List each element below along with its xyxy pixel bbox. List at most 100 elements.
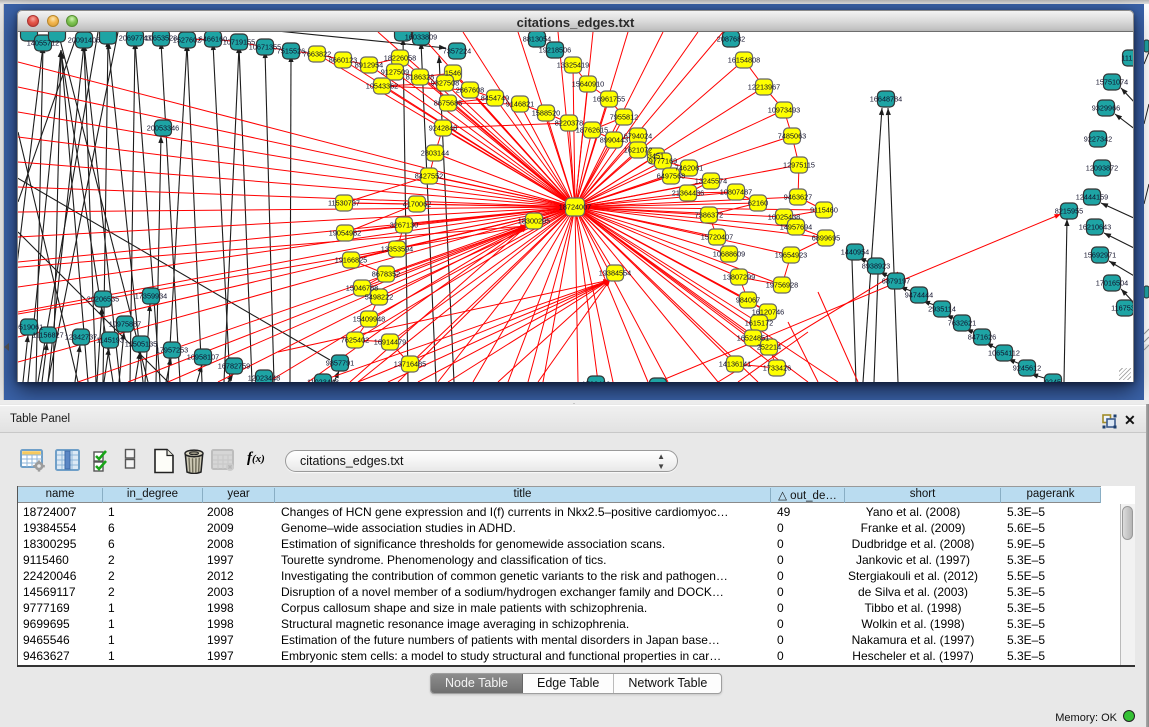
svg-text:17957253: 17957253 xyxy=(156,346,188,355)
svg-text:7955812: 7955812 xyxy=(610,113,638,122)
svg-text:1145193: 1145193 xyxy=(96,336,124,345)
svg-text:20206535: 20206535 xyxy=(87,295,119,304)
svg-text:6899695: 6899695 xyxy=(812,234,840,243)
svg-text:16154808: 16154808 xyxy=(728,56,760,65)
svg-text:15046788: 15046788 xyxy=(346,284,378,293)
svg-text:62160: 62160 xyxy=(748,199,768,208)
svg-text:7632621: 7632621 xyxy=(948,319,976,328)
svg-text:7625402: 7625402 xyxy=(341,336,369,345)
svg-text:7515526: 7515526 xyxy=(277,47,305,56)
svg-text:62160: 62160 xyxy=(648,382,668,383)
svg-text:15640910: 15640910 xyxy=(572,80,604,89)
svg-text:8678352: 8678352 xyxy=(372,270,400,279)
svg-text:15692971: 15692971 xyxy=(1084,251,1116,260)
svg-text:14055712: 14055712 xyxy=(27,39,59,48)
svg-text:8813054: 8813054 xyxy=(523,35,551,44)
svg-text:10973493: 10973493 xyxy=(768,106,800,115)
svg-text:10543362: 10543362 xyxy=(366,82,398,91)
svg-text:20091406: 20091406 xyxy=(68,36,100,45)
svg-text:7357224: 7357224 xyxy=(443,47,471,56)
svg-text:19654923: 19654923 xyxy=(775,251,807,260)
svg-text:2087682: 2087682 xyxy=(717,35,745,44)
svg-text:16120746: 16120746 xyxy=(752,308,784,317)
svg-text:16648784: 16648784 xyxy=(870,95,902,104)
svg-text:12444159: 12444159 xyxy=(1076,193,1108,202)
svg-text:14136141: 14136141 xyxy=(719,360,751,369)
svg-text:17016504: 17016504 xyxy=(1096,279,1128,288)
svg-text:12975115: 12975115 xyxy=(783,161,815,170)
svg-text:6794024: 6794024 xyxy=(624,132,652,141)
svg-text:18724007: 18724007 xyxy=(559,203,591,212)
svg-text:2935114: 2935114 xyxy=(928,305,956,314)
svg-text:9474444: 9474444 xyxy=(905,291,933,300)
svg-text:1733426: 1733426 xyxy=(763,364,791,373)
svg-text:10807487: 10807487 xyxy=(720,188,752,197)
svg-text:16033809: 16033809 xyxy=(405,33,437,42)
svg-text:9857791: 9857791 xyxy=(326,359,354,368)
svg-text:9242848: 9242848 xyxy=(429,124,457,133)
svg-text:10958107: 10958107 xyxy=(187,353,219,362)
svg-text:9115460: 9115460 xyxy=(810,206,838,215)
svg-text:8471626: 8471626 xyxy=(968,333,996,342)
svg-text:13716485: 13716485 xyxy=(394,360,426,369)
svg-text:1527602: 1527602 xyxy=(173,36,201,45)
svg-text:1615172: 1615172 xyxy=(745,319,773,328)
svg-text:9245612: 9245612 xyxy=(1013,364,1041,373)
svg-text:12505135: 12505135 xyxy=(125,340,157,349)
svg-text:9146821: 9146821 xyxy=(506,100,534,109)
svg-text:1733426: 1733426 xyxy=(582,380,610,383)
svg-text:8215955: 8215955 xyxy=(1055,207,1083,216)
svg-text:19384554: 19384554 xyxy=(599,269,631,278)
svg-text:16961755: 16961755 xyxy=(593,95,625,104)
svg-text:9463627: 9463627 xyxy=(784,193,812,202)
svg-text:8675685: 8675685 xyxy=(434,99,462,108)
svg-text:8660123: 8660123 xyxy=(329,56,357,65)
svg-text:9777169: 9777169 xyxy=(649,157,677,166)
svg-text:15751074: 15751074 xyxy=(1096,78,1128,87)
svg-text:12342737: 12342737 xyxy=(65,333,97,342)
svg-text:6497568: 6497568 xyxy=(657,172,685,181)
svg-text:21364436: 21364436 xyxy=(672,189,704,198)
svg-text:16524851: 16524851 xyxy=(737,334,769,343)
svg-text:12093872: 12093872 xyxy=(1086,164,1118,173)
svg-text:19054982: 19054982 xyxy=(329,229,361,238)
svg-text:6879197: 6879197 xyxy=(882,277,910,286)
svg-text:1440954: 1440954 xyxy=(841,248,869,257)
svg-text:7663822: 7663822 xyxy=(303,50,331,59)
svg-text:984067: 984067 xyxy=(736,296,760,305)
svg-text:13353594: 13353594 xyxy=(381,245,413,254)
svg-text:13807299: 13807299 xyxy=(723,273,755,282)
svg-text:2803144: 2803144 xyxy=(421,149,449,158)
svg-text:12023448: 12023448 xyxy=(248,374,280,383)
svg-text:14957694: 14957694 xyxy=(780,223,812,232)
svg-text:12213967: 12213967 xyxy=(748,83,780,92)
svg-text:19756928: 19756928 xyxy=(766,281,798,290)
svg-text:9329966: 9329966 xyxy=(1092,104,1120,113)
svg-text:17359934: 17359934 xyxy=(135,292,167,301)
svg-text:15409948: 15409948 xyxy=(353,315,385,324)
svg-text:3267130: 3267130 xyxy=(390,221,418,230)
svg-text:9245: 9245 xyxy=(1045,378,1061,383)
svg-text:19166825: 19166825 xyxy=(335,256,367,265)
svg-text:13325419: 13325419 xyxy=(557,61,589,70)
svg-text:11156827: 11156827 xyxy=(32,331,63,340)
svg-text:10025438: 10025438 xyxy=(768,213,800,222)
svg-text:18300295: 18300295 xyxy=(518,217,550,226)
svg-text:10688609: 10688609 xyxy=(713,250,745,259)
svg-text:19218506: 19218506 xyxy=(539,46,571,55)
svg-text:1167533: 1167533 xyxy=(1111,304,1134,313)
svg-text:8938923: 8938923 xyxy=(862,262,890,271)
svg-text:8912954: 8912954 xyxy=(355,61,383,70)
svg-text:13245574: 13245574 xyxy=(695,177,727,186)
svg-text:7386372: 7386372 xyxy=(695,211,723,220)
svg-text:18762615: 18762615 xyxy=(576,126,608,135)
svg-text:252214: 252214 xyxy=(757,343,781,352)
svg-text:8427552: 8427552 xyxy=(415,172,443,181)
svg-text:16210643: 16210643 xyxy=(1079,223,1111,232)
svg-text:10975887: 10975887 xyxy=(109,320,141,329)
svg-text:1546: 1546 xyxy=(445,69,461,78)
svg-text:5498222: 5498222 xyxy=(365,293,393,302)
svg-text:7485063: 7485063 xyxy=(778,132,806,141)
svg-text:1588520: 1588520 xyxy=(532,109,560,118)
svg-text:20053346: 20053346 xyxy=(147,124,179,133)
